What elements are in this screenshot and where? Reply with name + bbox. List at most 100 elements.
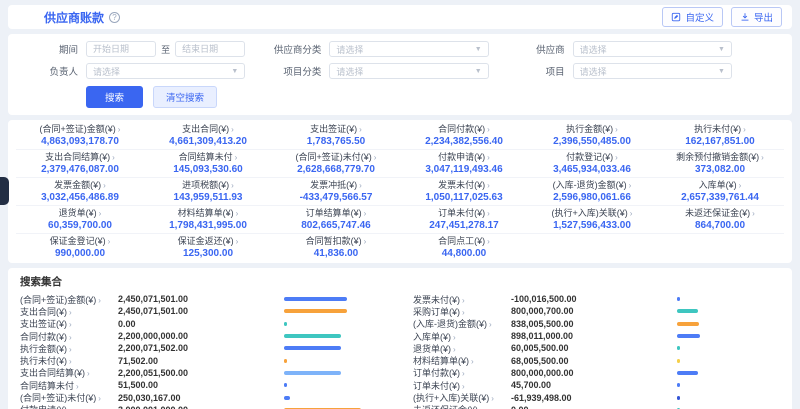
stat-cell: 入库单(¥)›2,657,339,761.44 <box>656 178 784 205</box>
stat-label[interactable]: (合同+签证)金额(¥)› <box>19 124 141 135</box>
stat-label[interactable]: 支出合同(¥)› <box>147 124 269 135</box>
chart-bar-track <box>677 297 780 301</box>
chart-row-label[interactable]: 合同结算未付› <box>20 379 118 392</box>
stat-value: 864,700.00 <box>659 220 781 231</box>
chart-row-label[interactable]: (合同+签证)金额(¥)› <box>20 293 118 306</box>
stat-cell: 保证金登记(¥)›990,000.00 <box>16 234 144 261</box>
stat-label[interactable]: 订单结算单(¥)› <box>275 208 397 219</box>
chart-row-label[interactable]: 合同付款(¥)› <box>20 330 118 343</box>
chart-row-label[interactable]: 订单未付(¥)› <box>413 379 511 392</box>
stat-label[interactable]: 合同结算未付› <box>147 152 269 163</box>
filter-supplier-category-label: 供应商分类 <box>263 42 321 56</box>
stat-label[interactable]: 发票冲抵(¥)› <box>275 180 397 191</box>
chart-bar <box>677 322 699 326</box>
stat-label[interactable]: 合同暂扣款(¥)› <box>275 236 397 247</box>
stat-cell: 合同点工(¥)›44,800.00 <box>400 234 528 261</box>
chevron-down-icon: ▼ <box>718 46 725 53</box>
chart-row-label[interactable]: 采购订单(¥)› <box>413 305 511 318</box>
clear-search-button[interactable]: 清空搜索 <box>153 86 217 108</box>
chart-row-label[interactable]: (合同+签证)未付(¥)› <box>20 391 118 404</box>
stat-label[interactable]: 付款申请(¥)› <box>403 152 525 163</box>
export-button[interactable]: 导出 <box>731 7 782 27</box>
chart-row-value: 2,450,071,501.00 <box>118 294 284 304</box>
chart-bar <box>677 396 680 400</box>
chart-row-label[interactable]: 材料结算单(¥)› <box>413 354 511 367</box>
chart-row-value: 898,011,000.00 <box>511 331 677 341</box>
stat-label[interactable]: 支出合同结算(¥)› <box>19 152 141 163</box>
stat-label[interactable]: 支出签证(¥)› <box>275 124 397 135</box>
chart-row-label[interactable]: 执行未付(¥)› <box>20 354 118 367</box>
sidebar-toggle[interactable] <box>0 177 9 205</box>
chart-row: 执行金额(¥)›2,200,071,502.00 <box>20 342 387 354</box>
chart-row-label[interactable]: 支出合同(¥)› <box>20 305 118 318</box>
chart-row-label[interactable]: 发票未付(¥)› <box>413 293 511 306</box>
stat-label[interactable]: (合同+签证)未付(¥)› <box>275 152 397 163</box>
chevron-right-icon: › <box>108 237 111 246</box>
project-select[interactable]: 请选择 ▼ <box>573 63 732 79</box>
filter-period: 期间 至 <box>20 41 245 57</box>
chart-row-value: 0.00 <box>118 319 284 329</box>
chart-bar-track <box>677 322 780 326</box>
supplier-category-select[interactable]: 请选择 ▼ <box>329 41 488 57</box>
stat-label[interactable]: (入库-退货)金额(¥)› <box>531 180 653 191</box>
chart-row-label[interactable]: 入库单(¥)› <box>413 330 511 343</box>
chart-row-label[interactable]: 支出合同结算(¥)› <box>20 366 118 379</box>
stat-label[interactable]: 进项税额(¥)› <box>147 180 269 191</box>
manager-select[interactable]: 请选择 ▼ <box>86 63 245 79</box>
stats-grid: (合同+签证)金额(¥)›4,863,093,178.70支出合同(¥)›4,6… <box>16 122 784 261</box>
chart-bar-track <box>677 359 780 363</box>
chart-row: 订单未付(¥)›45,700.00 <box>413 379 780 391</box>
stat-label[interactable]: 发票金额(¥)› <box>19 180 141 191</box>
chart-bar-track <box>677 371 780 375</box>
chevron-right-icon: › <box>236 209 239 218</box>
end-date-input[interactable] <box>182 44 238 54</box>
stat-cell: 支出合同(¥)›4,661,309,413.20 <box>144 122 272 149</box>
chart-bar <box>284 297 347 301</box>
stat-cell: 合同结算未付›145,093,530.60 <box>144 150 272 177</box>
stat-label[interactable]: 执行未付(¥)› <box>659 124 781 135</box>
stat-label[interactable]: 退货单(¥)› <box>19 208 141 219</box>
stat-label[interactable]: 发票未付(¥)› <box>403 180 525 191</box>
stat-label[interactable]: 未返还保证金(¥)› <box>659 208 781 219</box>
stat-label[interactable]: 执行金额(¥)› <box>531 124 653 135</box>
title-wrap: 供应商账款 ? <box>44 9 120 26</box>
chart-row-label[interactable]: 执行金额(¥)› <box>20 342 118 355</box>
search-button[interactable]: 搜索 <box>86 86 143 108</box>
chart-row-value: 800,000,000.00 <box>511 368 677 378</box>
stat-label[interactable]: 材料结算单(¥)› <box>147 208 269 219</box>
stat-label[interactable]: 合同付款(¥)› <box>403 124 525 135</box>
stat-cell: 执行未付(¥)›162,167,851.00 <box>656 122 784 149</box>
stat-label[interactable]: 保证金返还(¥)› <box>147 236 269 247</box>
customize-label: 自定义 <box>685 10 714 24</box>
chart-row-value: 3,000,001,000.00 <box>118 405 284 409</box>
chevron-right-icon: › <box>487 181 490 190</box>
stat-label[interactable]: 付款登记(¥)› <box>531 152 653 163</box>
chart-row-label[interactable]: 未返还保证金(¥)› <box>413 403 511 409</box>
supplier-select[interactable]: 请选择 ▼ <box>573 41 732 57</box>
customize-button[interactable]: 自定义 <box>662 7 723 27</box>
stat-label[interactable]: 订单未付(¥)› <box>403 208 525 219</box>
chart-row-label[interactable]: 退货单(¥)› <box>413 342 511 355</box>
project-category-select[interactable]: 请选择 ▼ <box>329 63 488 79</box>
stat-cell: (入库-退货)金额(¥)›2,596,980,061.66 <box>528 178 656 205</box>
chart-row-label[interactable]: 支出签证(¥)› <box>20 317 118 330</box>
help-icon[interactable]: ? <box>109 12 120 23</box>
chevron-right-icon: › <box>739 181 742 190</box>
project-placeholder: 请选择 <box>580 65 607 78</box>
chart-right-column: 发票未付(¥)›-100,016,500.00采购订单(¥)›800,000,7… <box>413 293 780 409</box>
chevron-down-icon: ▼ <box>475 68 482 75</box>
stat-label[interactable]: 保证金登记(¥)› <box>19 236 141 247</box>
stat-label[interactable]: 合同点工(¥)› <box>403 236 525 247</box>
chart-row-label[interactable]: 订单付款(¥)› <box>413 366 511 379</box>
stat-value: -433,479,566.57 <box>275 192 397 203</box>
stat-label[interactable]: 入库单(¥)› <box>659 180 781 191</box>
chart-row-label[interactable]: 付款申请(¥)› <box>20 403 118 409</box>
stat-label[interactable]: 剩余预付撤销金额(¥)› <box>659 152 781 163</box>
chart-row-label[interactable]: (执行+入库)关联(¥)› <box>413 391 511 404</box>
chart-row: (入库-退货)金额(¥)›838,005,500.00 <box>413 318 780 330</box>
chart-row-value: 45,700.00 <box>511 380 677 390</box>
chart-row-label[interactable]: (入库-退货)金额(¥)› <box>413 317 511 330</box>
stat-cell: 订单未付(¥)›247,451,278.17 <box>400 206 528 233</box>
start-date-input[interactable] <box>93 44 149 54</box>
stat-label[interactable]: (执行+入库)关联(¥)› <box>531 208 653 219</box>
